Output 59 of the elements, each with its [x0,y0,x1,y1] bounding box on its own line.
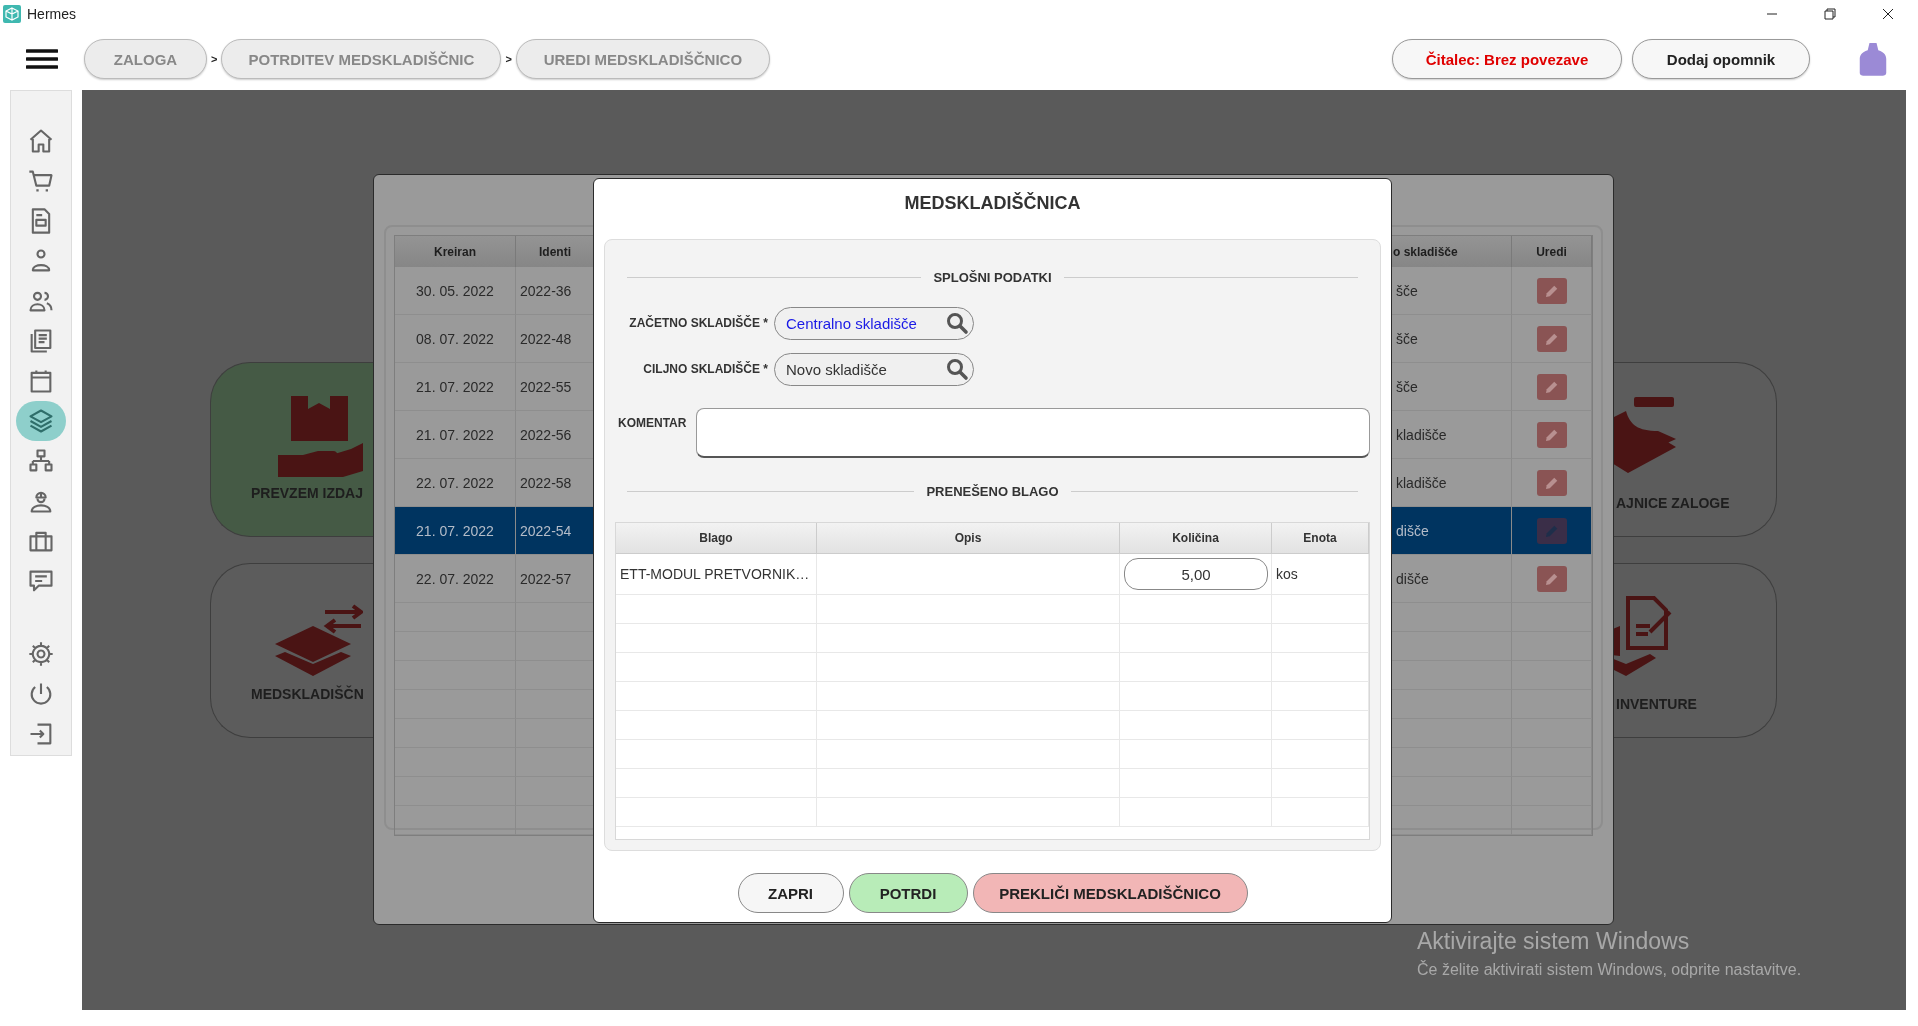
dialog-button[interactable]: PREKLIČI MEDSKLADIŠČNICO [972,873,1248,913]
tile-card[interactable]: MEDSKLADIŠČN [210,563,373,738]
quantity-field[interactable]: 5,00 [1124,558,1268,590]
reader-status-button[interactable]: Čitalec: Brez povezave [1392,39,1622,79]
column-header: Kreiran [395,236,516,267]
breadcrumb[interactable]: ZALOGA [84,39,207,79]
column-header: Količina [1120,523,1272,554]
column-header: Uredi [1512,236,1592,267]
field-label: KOMENTAR [617,416,688,430]
tile-label: PREVZEM IZDAJ [251,485,363,501]
dialog-button[interactable]: ZAPRI [737,873,844,913]
sidebar-button[interactable] [16,401,66,441]
dialog-title: MEDSKLADIŠČNICA [904,193,1081,215]
column-header: Opis [817,523,1120,554]
table-cell: dišče [1392,507,1512,555]
mascot-icon[interactable] [1858,41,1888,77]
search-field[interactable]: Centralno skladišče [774,306,974,340]
table-cell: 30. 05. 2022 [395,267,516,315]
app-logo-icon [3,5,21,23]
table-cell: 21. 07. 2022 [395,411,516,459]
close-icon[interactable] [1882,8,1894,20]
table-cell: 08. 07. 2022 [395,315,516,363]
activation-text: Če želite aktivirati sistem Windows, odprite nastavitve. [1417,961,1802,979]
settings-icon [27,640,55,668]
tile-label: MEDSKLADIŠČN [251,686,364,702]
search-icon[interactable] [945,357,969,381]
restore-icon[interactable] [1824,8,1836,20]
dialog-button[interactable]: POTRDI [848,873,968,913]
table-cell: 22. 07. 2022 [395,555,516,603]
layers-icon [27,407,55,435]
breadcrumb[interactable]: UREDI MEDSKLADIŠČNICO [515,39,770,79]
column-header: Blago [616,523,817,554]
home-icon [27,127,55,155]
window-title: Hermes [27,6,76,22]
breadcrumb-separator: > [505,53,512,65]
tile-label: AJNICE ZALOGE [1615,495,1730,511]
activation-title: Aktivirajte sistem Windows [1417,928,1691,955]
comment-field[interactable] [695,408,1370,458]
menu-icon[interactable] [26,48,58,70]
field-label: ZAČETNO SKLADIŠČE * [628,316,769,330]
breadcrumb-separator: > [211,53,218,65]
table-cell: kos [1272,554,1369,595]
table-cell: 2022-54 [516,507,595,555]
section-heading: PRENEŠENO BLAGO [925,483,1060,499]
table-cell: 21. 07. 2022 [395,507,516,555]
tile-label: INVENTURE [1615,696,1697,712]
search-field[interactable]: Novo skladišče [774,352,974,386]
tile-card[interactable]: AJNICE ZALOGE [1614,362,1777,537]
section-heading: SPLOŠNI PODATKI [932,269,1053,285]
column-header: Identi [516,236,595,267]
column-header: o skladišče [1392,236,1512,267]
breadcrumb[interactable]: POTRDITEV MEDSKLADIŠČNIC [221,39,502,79]
add-reminder-button[interactable]: Dodaj opomnik [1632,39,1810,79]
table-cell: 21. 07. 2022 [395,363,516,411]
table-cell: ETT-MODUL PRETVORNIK… [616,554,817,595]
field-label: CILJNO SKLADIŠČE * [642,362,769,376]
tile-card[interactable]: INVENTURE [1614,563,1777,738]
column-header: Enota [1272,523,1369,554]
search-icon[interactable] [945,311,969,335]
